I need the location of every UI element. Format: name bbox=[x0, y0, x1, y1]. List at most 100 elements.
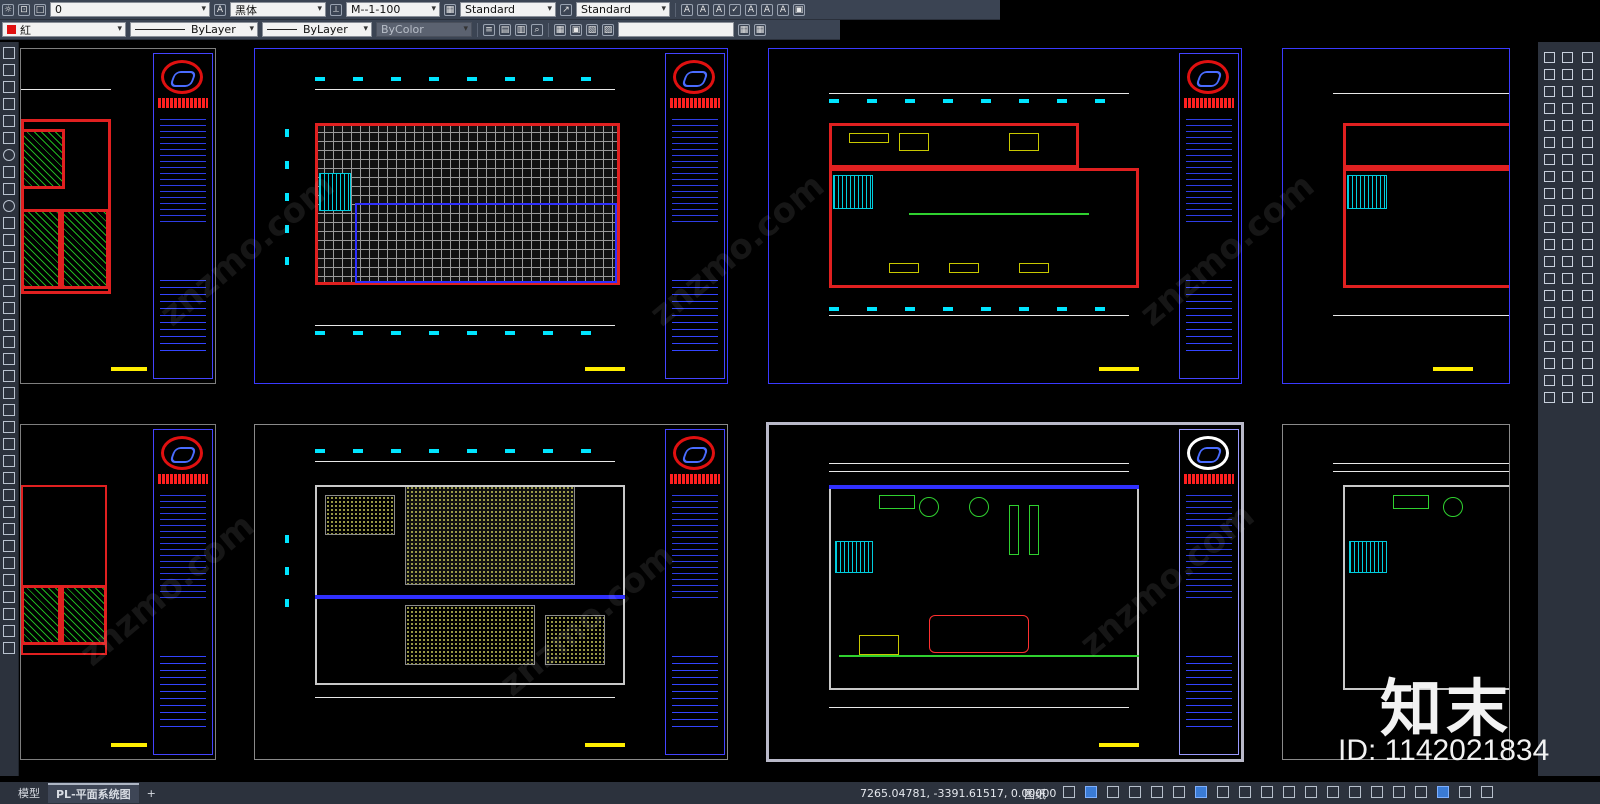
units-icon[interactable] bbox=[1349, 786, 1361, 798]
trim-icon[interactable] bbox=[3, 540, 15, 552]
group-select-icon[interactable]: ▨ bbox=[602, 23, 614, 36]
object-snap-tracking-icon[interactable] bbox=[1173, 786, 1185, 798]
point-icon[interactable] bbox=[3, 268, 15, 280]
layer-lock-icon[interactable]: ⊡ bbox=[18, 3, 30, 16]
diameter-dim-icon[interactable] bbox=[1544, 154, 1555, 165]
make-block-icon[interactable] bbox=[3, 251, 15, 263]
hardware-acceleration-icon[interactable] bbox=[1437, 786, 1449, 798]
tool-m-icon[interactable] bbox=[1562, 256, 1573, 267]
drawing-sheet[interactable] bbox=[768, 48, 1242, 384]
tool-r-icon[interactable] bbox=[1562, 341, 1573, 352]
text-tool-18-icon[interactable] bbox=[1582, 341, 1593, 352]
gradient-icon[interactable] bbox=[3, 302, 15, 314]
dim-update-icon[interactable] bbox=[1544, 375, 1555, 386]
dim-style-manager-icon[interactable] bbox=[1544, 392, 1555, 403]
linetype-dropdown[interactable]: ByLayer ▾ bbox=[130, 22, 258, 37]
tool-j-icon[interactable] bbox=[1562, 205, 1573, 216]
text-icon[interactable]: A bbox=[681, 3, 693, 16]
radius-dim-icon[interactable] bbox=[1544, 120, 1555, 131]
move-icon[interactable] bbox=[3, 472, 15, 484]
text-tool-2-icon[interactable] bbox=[1582, 69, 1593, 80]
color-dropdown[interactable]: 紅 ▾ bbox=[2, 22, 126, 37]
tool-h-icon[interactable] bbox=[1562, 171, 1573, 182]
text-tool-12-icon[interactable] bbox=[1582, 239, 1593, 250]
add-layout-button[interactable]: + bbox=[139, 784, 164, 802]
search-input[interactable] bbox=[618, 22, 734, 37]
tool-k-icon[interactable] bbox=[1562, 222, 1573, 233]
array-icon[interactable] bbox=[3, 455, 15, 467]
tool-a-icon[interactable] bbox=[1562, 52, 1573, 63]
text-tool-10-icon[interactable] bbox=[1582, 205, 1593, 216]
text-tool-16-icon[interactable] bbox=[1582, 307, 1593, 318]
tool-b-icon[interactable] bbox=[1562, 69, 1573, 80]
isodraft-toggle-icon[interactable] bbox=[1151, 786, 1163, 798]
text-tool-11-icon[interactable] bbox=[1582, 222, 1593, 233]
region-icon[interactable] bbox=[3, 319, 15, 331]
multileader-style-dropdown[interactable]: Standard ▾ bbox=[576, 2, 670, 17]
object-snap-icon[interactable] bbox=[1195, 786, 1207, 798]
lock-ui-icon[interactable] bbox=[1393, 786, 1405, 798]
selection-cycling-icon[interactable] bbox=[1261, 786, 1273, 798]
tool-u-icon[interactable] bbox=[1562, 392, 1573, 403]
text-style-icon[interactable]: A bbox=[214, 3, 226, 16]
text-tool-8-icon[interactable] bbox=[1582, 171, 1593, 182]
circle-icon[interactable] bbox=[3, 149, 15, 161]
customization-icon[interactable] bbox=[1481, 786, 1493, 798]
dim-text-edit-icon[interactable] bbox=[1544, 358, 1555, 369]
workspace-icon[interactable] bbox=[1305, 786, 1317, 798]
tile-view-icon[interactable]: ▦ bbox=[754, 23, 766, 36]
scale-icon[interactable] bbox=[3, 506, 15, 518]
lineweight-toggle-icon[interactable] bbox=[1217, 786, 1229, 798]
quick-dim-icon[interactable] bbox=[1544, 188, 1555, 199]
continue-dim-icon[interactable] bbox=[1544, 222, 1555, 233]
text-edit-icon[interactable]: A bbox=[697, 3, 709, 16]
join-icon[interactable] bbox=[3, 591, 15, 603]
text-convert-icon[interactable]: ▣ bbox=[793, 3, 805, 16]
text-tool-15-icon[interactable] bbox=[1582, 290, 1593, 301]
text-scale-icon[interactable]: A bbox=[745, 3, 757, 16]
grid-view-icon[interactable]: ▦ bbox=[738, 23, 750, 36]
tool-c-icon[interactable] bbox=[1562, 86, 1573, 97]
drawing-sheet[interactable] bbox=[254, 424, 728, 760]
paper-space-toggle[interactable]: 图纸 bbox=[1024, 786, 1046, 802]
insert-block-icon[interactable] bbox=[3, 234, 15, 246]
jogged-linear-icon[interactable] bbox=[1544, 324, 1555, 335]
layer-manager-icon[interactable]: ≡ bbox=[483, 23, 495, 36]
spell-check-icon[interactable]: ✓ bbox=[729, 3, 741, 16]
dim-style-icon[interactable]: ⟂ bbox=[330, 3, 342, 16]
quick-properties-icon[interactable] bbox=[1371, 786, 1383, 798]
chamfer-icon[interactable] bbox=[3, 608, 15, 620]
linear-dim-icon[interactable] bbox=[1544, 52, 1555, 63]
drawing-sheet[interactable] bbox=[20, 424, 216, 760]
table-style-dropdown[interactable]: Standard ▾ bbox=[460, 2, 556, 17]
aligned-dim-icon[interactable] bbox=[1544, 69, 1555, 80]
isolate-objects-icon[interactable] bbox=[1415, 786, 1427, 798]
text-tool-9-icon[interactable] bbox=[1582, 188, 1593, 199]
text-tool-20-icon[interactable] bbox=[1582, 375, 1593, 386]
text-tool-4-icon[interactable] bbox=[1582, 103, 1593, 114]
lineweight-dropdown[interactable]: ByLayer ▾ bbox=[262, 22, 372, 37]
center-mark-icon[interactable] bbox=[1544, 290, 1555, 301]
transparency-toggle-icon[interactable] bbox=[1239, 786, 1251, 798]
text-tool-13-icon[interactable] bbox=[1582, 256, 1593, 267]
dim-style-dropdown[interactable]: M--1-100 ▾ bbox=[346, 2, 440, 17]
tolerance-icon[interactable] bbox=[1544, 273, 1555, 284]
text-tool-3-icon[interactable] bbox=[1582, 86, 1593, 97]
polar-toggle-icon[interactable] bbox=[1129, 786, 1141, 798]
tool-t-icon[interactable] bbox=[1562, 375, 1573, 386]
group-icon[interactable]: ▦ bbox=[554, 23, 566, 36]
offset-icon[interactable] bbox=[3, 438, 15, 450]
copy-icon[interactable] bbox=[3, 404, 15, 416]
text-style-dropdown[interactable]: 黑体 ▾ bbox=[230, 2, 326, 17]
dim-break-icon[interactable] bbox=[1544, 256, 1555, 267]
layer-walk-icon[interactable]: ⌕ bbox=[531, 23, 543, 36]
dim-edit-icon[interactable] bbox=[1544, 341, 1555, 352]
layer-previous-icon[interactable]: ▥ bbox=[515, 23, 527, 36]
mirror-icon[interactable] bbox=[3, 421, 15, 433]
line-icon[interactable] bbox=[3, 47, 15, 59]
tab-layout[interactable]: PL-平面系统图 bbox=[48, 783, 139, 803]
text-frame-icon[interactable]: A bbox=[777, 3, 789, 16]
tab-model[interactable]: 模型 bbox=[10, 784, 48, 802]
annotation-monitor-icon[interactable] bbox=[1327, 786, 1339, 798]
drawing-sheet-selected[interactable] bbox=[766, 422, 1244, 762]
